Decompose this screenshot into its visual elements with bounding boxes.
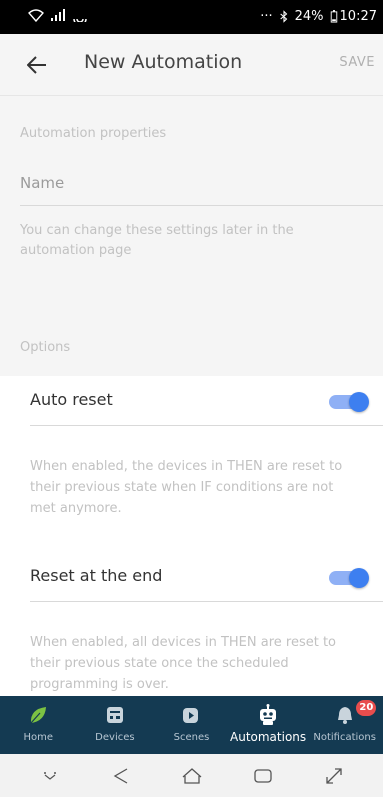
status-dots: ··· <box>260 9 273 24</box>
system-back-button[interactable] <box>106 761 136 791</box>
options-panel: Auto reset When enabled, the devices in … <box>0 376 383 696</box>
name-input[interactable] <box>20 166 383 200</box>
battery-icon <box>330 10 337 23</box>
clock: 10:27 <box>339 9 377 24</box>
device-icon <box>104 704 126 726</box>
expand-icon <box>325 767 342 784</box>
wifi-icon <box>28 9 44 22</box>
option-label: Reset at the end <box>30 566 163 585</box>
properties-helper-text: You can change these settings later in t… <box>20 223 294 258</box>
nav-notifications[interactable]: 20 Notifications <box>306 696 383 754</box>
battery-level: 24% <box>294 9 324 24</box>
recents-icon <box>253 768 272 783</box>
save-button[interactable]: SAVE <box>339 55 375 70</box>
reset-at-end-toggle[interactable] <box>329 568 369 588</box>
auto-reset-toggle[interactable] <box>329 392 369 412</box>
nav-label: Home <box>23 732 54 743</box>
toggle-knob <box>349 568 369 588</box>
nav-label: Devices <box>95 732 135 743</box>
page-title: New Automation <box>84 51 243 73</box>
option-description: When enabled, the devices in THEN are re… <box>30 459 343 516</box>
nav-devices[interactable]: Devices <box>77 696 154 754</box>
status-left <box>28 9 88 22</box>
chevron-down-icon <box>43 771 56 780</box>
nav-automations[interactable]: Automations <box>230 696 307 754</box>
cast-icon <box>73 18 87 22</box>
bell-icon <box>334 704 356 726</box>
name-field[interactable] <box>20 166 383 206</box>
option-auto-reset[interactable]: Auto reset <box>30 378 383 426</box>
home-icon <box>182 767 201 784</box>
system-home-button[interactable] <box>177 761 207 791</box>
options-section-label: Options <box>20 340 71 355</box>
robot-icon <box>257 704 279 726</box>
back-button[interactable] <box>22 50 52 80</box>
option-label: Auto reset <box>30 390 113 409</box>
notification-badge: 20 <box>356 700 377 716</box>
option-description: When enabled, all devices in THEN are re… <box>30 635 337 692</box>
toggle-knob <box>349 392 369 412</box>
properties-section-label: Automation properties <box>20 126 167 141</box>
leaf-icon <box>27 704 49 726</box>
system-expand-button[interactable] <box>319 761 349 791</box>
hide-nav-button[interactable] <box>35 761 65 791</box>
scene-icon <box>180 704 202 726</box>
nav-label: Automations <box>230 730 307 744</box>
nav-home[interactable]: Home <box>0 696 77 754</box>
app-bar: New Automation SAVE <box>0 34 383 96</box>
nav-scenes[interactable]: Scenes <box>153 696 230 754</box>
nav-label: Notifications <box>313 732 376 743</box>
status-bar: ··· 24% 10:27 <box>0 0 383 34</box>
system-nav <box>0 754 383 797</box>
bluetooth-icon <box>279 10 287 23</box>
system-recents-button[interactable] <box>248 761 278 791</box>
option-reset-at-end[interactable]: Reset at the end <box>30 554 383 602</box>
arrow-left-icon <box>27 56 46 74</box>
status-right: ··· 24% 10:27 <box>260 9 377 24</box>
back-triangle-icon <box>113 767 127 784</box>
bottom-nav: Home Devices Scenes Automations 20 Notif… <box>0 696 383 754</box>
nav-label: Scenes <box>173 732 210 743</box>
signal-icon <box>51 9 65 21</box>
